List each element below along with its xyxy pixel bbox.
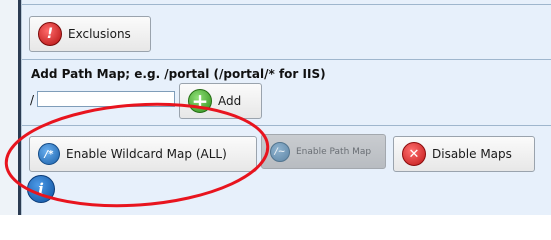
path-map-input[interactable] [37, 91, 175, 107]
enable-path-map-label: Enable Path Map [296, 146, 372, 157]
info-icon[interactable]: i [27, 175, 55, 203]
path-prefix: / [30, 93, 35, 107]
exclamation-icon: ! [38, 22, 62, 46]
add-button[interactable]: + Add [179, 83, 262, 119]
wildcard-icon: /* [38, 143, 60, 165]
add-path-map-heading: Add Path Map; e.g. /portal (/portal/* fo… [31, 67, 326, 81]
enable-path-map-button[interactable]: /~ Enable Path Map [261, 134, 386, 169]
close-icon: ✕ [402, 142, 426, 166]
left-rail [0, 0, 22, 215]
disable-maps-button[interactable]: ✕ Disable Maps [393, 136, 535, 172]
disable-maps-label: Disable Maps [432, 147, 512, 161]
panel-divider [22, 4, 551, 5]
add-button-label: Add [218, 94, 242, 108]
enable-wildcard-map-button[interactable]: /* Enable Wildcard Map (ALL) [29, 136, 257, 172]
exclusions-button[interactable]: ! Exclusions [29, 16, 151, 52]
info-icon-wrapper[interactable]: i [27, 175, 55, 203]
left-rail-edge [18, 0, 21, 215]
exclusions-button-label: Exclusions [68, 27, 131, 41]
path-map-icon: /~ [270, 141, 290, 162]
enable-wildcard-map-label: Enable Wildcard Map (ALL) [66, 147, 227, 161]
plus-icon: + [188, 89, 212, 113]
